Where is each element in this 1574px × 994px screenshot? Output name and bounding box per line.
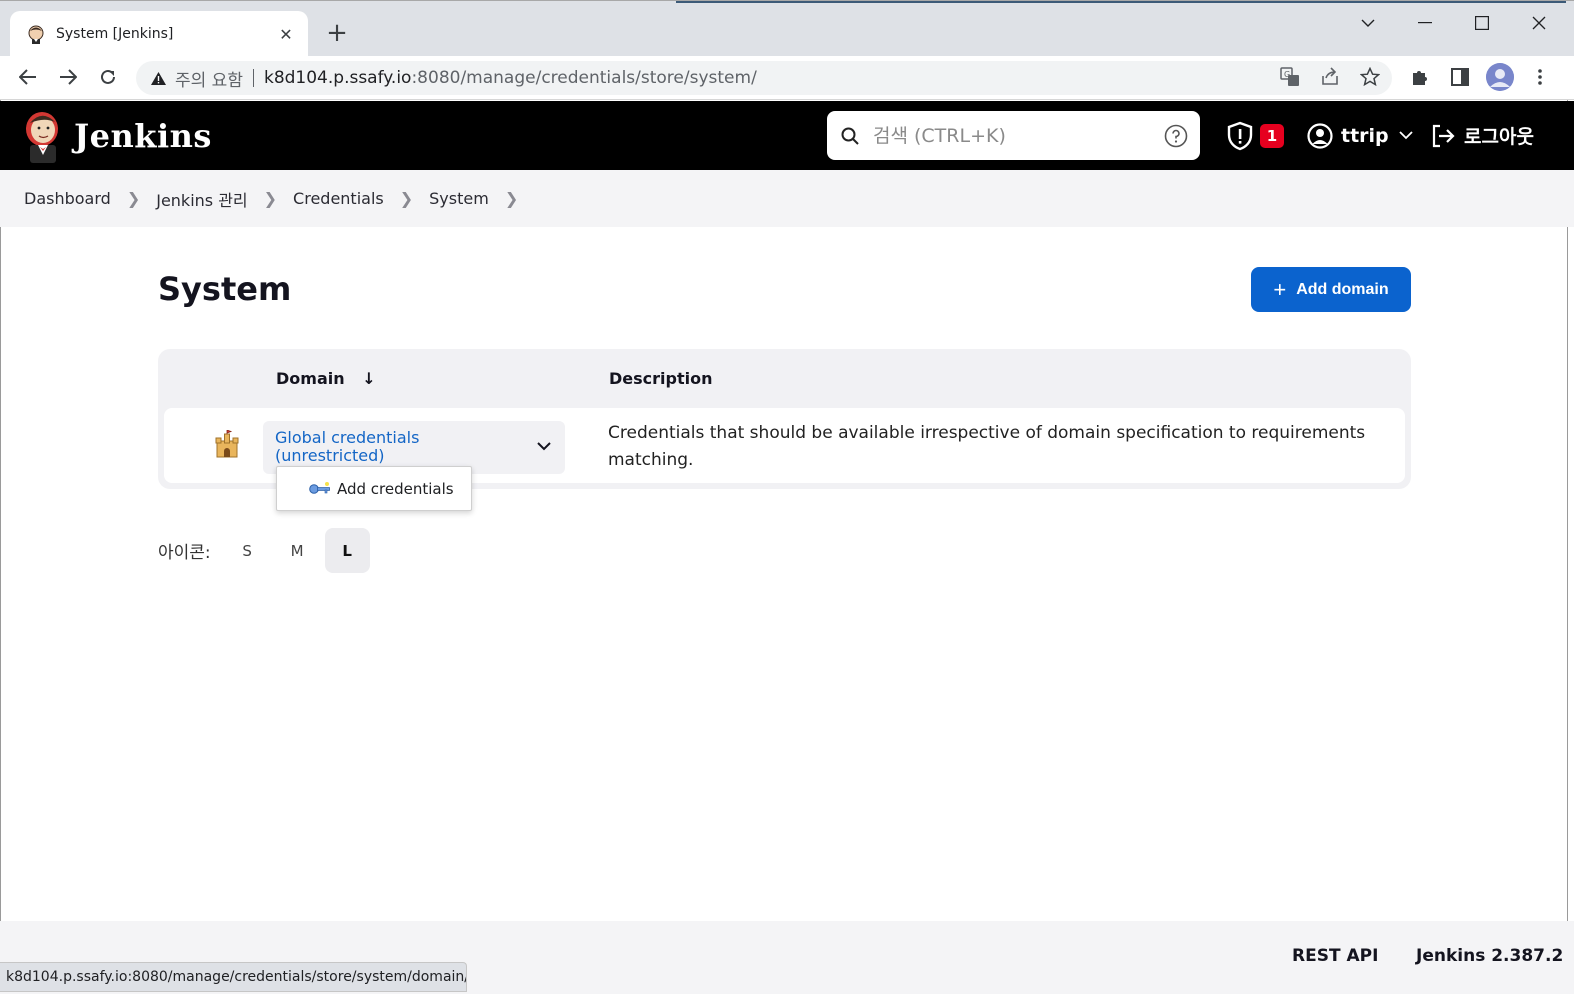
security-alert-button[interactable]: 1	[1226, 101, 1284, 170]
chevron-down-icon	[1399, 131, 1413, 140]
browser-toolbar: 주의 요함 k8d104.p.ssafy.io:8080/manage/cred…	[0, 56, 1574, 100]
more-vert-icon[interactable]	[1527, 64, 1553, 90]
breadcrumb-system[interactable]: System	[429, 189, 489, 208]
domain-column-header[interactable]: Domain ↓	[276, 369, 376, 388]
icon-size-label: 아이콘:	[158, 543, 211, 563]
search-box	[827, 111, 1200, 160]
url-path: :8080/manage/credentials/store/system/	[411, 68, 757, 88]
forward-arrow-icon[interactable]	[53, 62, 83, 92]
maximize-icon[interactable]	[1468, 9, 1496, 37]
minimize-icon[interactable]	[1411, 9, 1439, 37]
address-divider	[252, 69, 254, 87]
warning-icon	[151, 71, 166, 85]
browser-tab[interactable]: System [Jenkins] ✕	[10, 11, 308, 57]
sidepanel-icon[interactable]	[1447, 64, 1473, 90]
breadcrumb-credentials[interactable]: Credentials	[293, 189, 384, 208]
domain-header-label: Domain	[276, 369, 345, 388]
page-title: System	[158, 270, 292, 308]
back-arrow-icon[interactable]	[13, 62, 43, 92]
browser-titlebar: System [Jenkins] ✕ +	[0, 0, 1574, 57]
breadcrumb-separator[interactable]: ❯	[264, 189, 277, 208]
close-icon[interactable]: ✕	[276, 25, 296, 44]
logout-button[interactable]: 로그아웃	[1430, 101, 1534, 170]
breadcrumb: Dashboard ❯ Jenkins 관리 ❯ Credentials ❯ S…	[0, 170, 1574, 227]
security-badge: 1	[1260, 123, 1284, 148]
translate-icon[interactable]: G	[1277, 64, 1303, 90]
search-icon	[841, 127, 859, 145]
address-bar[interactable]: 주의 요함 k8d104.p.ssafy.io:8080/manage/cred…	[136, 61, 1392, 95]
url-host: k8d104.p.ssafy.io	[263, 68, 412, 88]
global-credentials-link[interactable]: Global credentials (unrestricted)	[275, 429, 515, 465]
jenkins-home-link[interactable]: Jenkins	[22, 109, 212, 163]
browser-status-url: k8d104.p.ssafy.io:8080/manage/credential…	[0, 962, 467, 992]
jenkins-header: Jenkins 1 ttrip 로그아웃	[0, 101, 1574, 170]
titlebar-accent-line	[676, 1, 1566, 3]
breadcrumb-separator[interactable]: ❯	[400, 189, 413, 208]
shield-icon	[1227, 121, 1253, 150]
chevron-down-icon[interactable]	[1354, 9, 1382, 37]
star-icon[interactable]	[1357, 64, 1383, 90]
icon-size-l[interactable]: L	[324, 528, 370, 573]
domain-description: Credentials that should be available irr…	[608, 423, 1366, 470]
user-name: ttrip	[1341, 124, 1389, 147]
tab-title: System [Jenkins]	[56, 26, 174, 42]
chevron-down-icon[interactable]	[533, 435, 555, 457]
add-credentials-menu-item[interactable]: Add credentials	[276, 466, 472, 511]
breadcrumb-dashboard[interactable]: Dashboard	[24, 189, 111, 208]
jenkins-version-link[interactable]: Jenkins 2.387.2	[1416, 946, 1563, 966]
logout-label: 로그아웃	[1464, 126, 1534, 148]
breadcrumb-separator[interactable]: ❯	[505, 189, 518, 208]
share-icon[interactable]	[1317, 64, 1343, 90]
add-domain-button[interactable]: + Add domain	[1251, 267, 1411, 312]
window-close-icon[interactable]	[1525, 9, 1553, 37]
jenkins-butler-icon	[26, 112, 58, 163]
plus-icon: +	[1273, 276, 1287, 302]
jenkins-favicon-icon	[28, 25, 44, 44]
logout-icon	[1432, 124, 1455, 147]
extensions-icon[interactable]	[1407, 64, 1433, 90]
svg-text:G: G	[1284, 70, 1290, 79]
description-column-header[interactable]: Description	[609, 369, 712, 388]
castle-icon	[215, 430, 239, 458]
key-icon	[309, 481, 330, 494]
search-input[interactable]	[873, 124, 1164, 147]
icon-size-m[interactable]: M	[275, 528, 320, 573]
breadcrumb-separator[interactable]: ❯	[127, 189, 140, 208]
sort-arrow-icon: ↓	[362, 369, 376, 388]
add-credentials-label: Add credentials	[337, 479, 454, 498]
breadcrumb-manage[interactable]: Jenkins 관리	[156, 187, 247, 211]
user-icon	[1307, 122, 1333, 149]
add-domain-label: Add domain	[1296, 280, 1389, 298]
rest-api-link[interactable]: REST API	[1292, 946, 1378, 966]
icon-size-selector: 아이콘: S M L	[158, 528, 375, 573]
icon-size-s[interactable]: S	[225, 528, 270, 573]
help-icon[interactable]	[1164, 124, 1188, 148]
user-menu[interactable]: ttrip	[1307, 101, 1413, 170]
jenkins-brand: Jenkins	[74, 117, 212, 155]
profile-avatar-icon[interactable]	[1486, 63, 1514, 91]
reload-icon[interactable]	[93, 62, 123, 92]
security-warning-label[interactable]: 주의 요함	[175, 66, 243, 91]
new-tab-button[interactable]: +	[322, 19, 352, 49]
